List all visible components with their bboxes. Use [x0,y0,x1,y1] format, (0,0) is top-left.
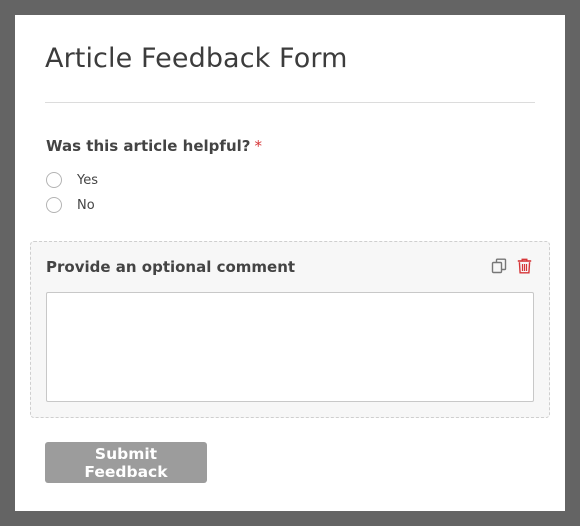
comment-label: Provide an optional comment [46,258,296,276]
title-divider [45,102,535,103]
page-title: Article Feedback Form [45,43,348,74]
comment-field-block[interactable]: Provide an optional comment [30,241,550,418]
radio-label-yes[interactable]: Yes [77,173,98,188]
comment-textarea[interactable] [46,292,534,402]
duplicate-icon[interactable] [490,257,507,274]
radio-button-no[interactable] [46,197,62,213]
duplicate-icon-graphic [491,258,506,273]
submit-button[interactable]: Submit Feedback [45,442,207,483]
field-actions [490,257,533,274]
radio-option-no[interactable]: No [46,196,95,214]
trash-icon-graphic [517,258,532,273]
radio-label-no[interactable]: No [77,198,95,213]
radio-option-yes[interactable]: Yes [46,171,98,189]
radio-button-yes[interactable] [46,172,62,188]
question-label: Was this article helpful? * [46,137,262,155]
trash-icon[interactable] [516,257,533,274]
question-text: Was this article helpful? [46,137,251,155]
form-panel: Article Feedback Form Was this article h… [15,15,565,511]
required-marker: * [254,137,262,155]
